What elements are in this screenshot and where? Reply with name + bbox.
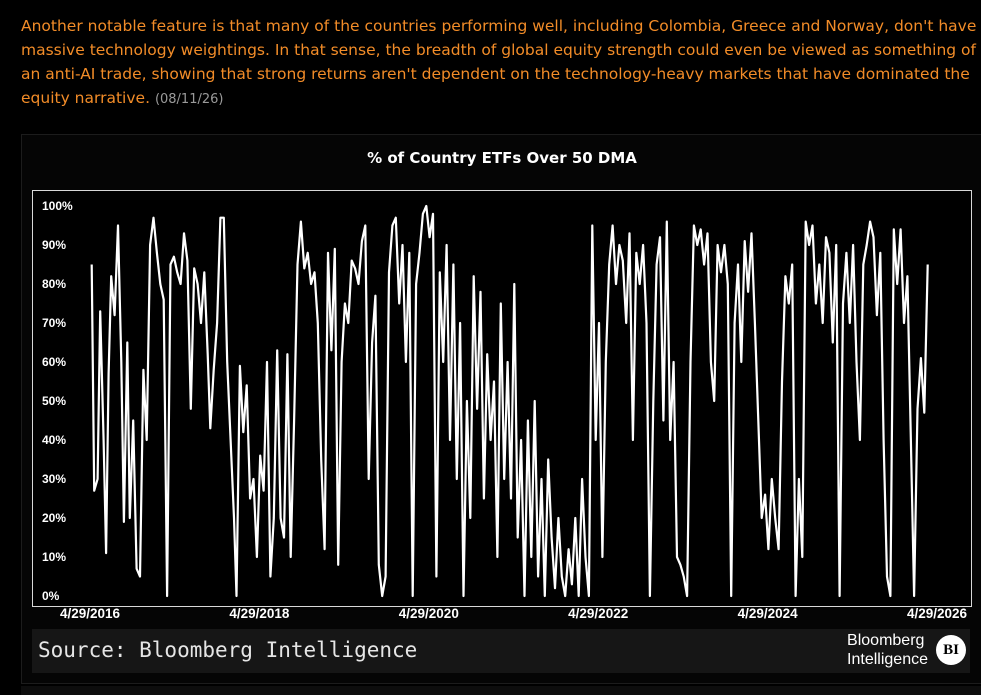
- x-tick-label: 4/29/2020: [399, 606, 459, 621]
- article-line-4: equity narrative. (08/11/26): [21, 86, 981, 112]
- article-line-3: an anti-AI trade, showing that strong re…: [21, 65, 970, 83]
- y-tick-label: 30%: [42, 472, 66, 486]
- y-tick-label: 10%: [42, 550, 66, 564]
- bottom-strip: [21, 686, 981, 695]
- y-tick-label: 20%: [42, 511, 66, 525]
- y-tick-label: 80%: [42, 277, 66, 291]
- x-tick-label: 4/29/2026: [907, 606, 968, 621]
- y-tick-label: 70%: [42, 316, 66, 330]
- x-tick-label: 4/29/2022: [568, 606, 628, 621]
- line-chart: 0% 10% 20% 30% 40% 50% 60% 70% 80% 90% 100% 4/29/20…: [42, 199, 968, 621]
- y-tick-label: 0%: [42, 589, 60, 603]
- x-tick-label: 4/29/2018: [229, 606, 290, 621]
- source-label: Source: Bloomberg Intelligence: [38, 638, 418, 662]
- article-line-1: Another notable feature is that many of …: [21, 17, 977, 35]
- logo-line-2: Intelligence: [847, 651, 928, 668]
- article-text: Another notable feature is that many of …: [21, 14, 981, 112]
- x-tick-label: 4/29/2016: [60, 606, 121, 621]
- series-line-0: [90, 204, 929, 598]
- bi-badge-icon: BI: [936, 635, 966, 665]
- y-tick-label: 50%: [42, 394, 66, 408]
- article-date: (08/11/26): [154, 92, 224, 107]
- y-tick-label: 60%: [42, 355, 66, 369]
- logo-line-1: Bloomberg: [847, 632, 925, 649]
- y-tick-label: 90%: [42, 238, 66, 252]
- chart-card: % of Country ETFs Over 50 DMA 0% 10% 20% 30…: [21, 134, 981, 684]
- x-tick-label: 4/29/2024: [738, 606, 799, 621]
- y-tick-label: 40%: [42, 433, 66, 447]
- article-line-2: massive technology weightings. In that s…: [21, 41, 976, 59]
- y-tick-label: 100%: [42, 199, 73, 213]
- bloomberg-intelligence-logo: Bloomberg Intelligence: [847, 631, 928, 669]
- source-bar: Source: Bloomberg Intelligence Bloomberg…: [32, 629, 970, 673]
- article-line-4-text: equity narrative.: [21, 89, 150, 107]
